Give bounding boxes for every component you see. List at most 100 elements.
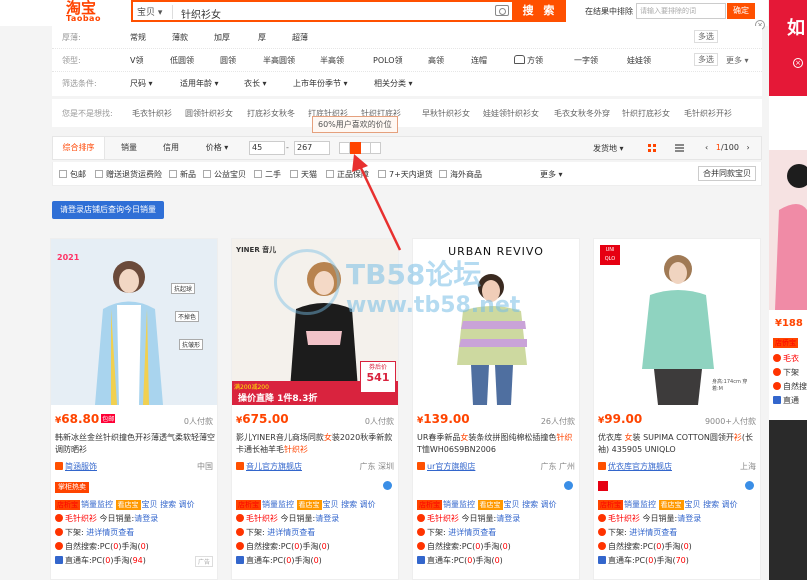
wangwang-icon[interactable] <box>745 481 754 490</box>
side-ad-banner[interactable]: 如 × <box>769 0 807 96</box>
paid-count: 26人付款 <box>540 417 575 426</box>
product-image[interactable]: 2021 抗起球 不掉色 抗皱形 <box>51 239 217 405</box>
checkbox-tmall[interactable]: 天猫 <box>290 169 317 180</box>
filter-option[interactable]: V领 <box>130 55 143 66</box>
suggest-item[interactable]: 毛衣女秋冬外穿 <box>554 108 610 119</box>
side-product-image[interactable] <box>769 150 807 310</box>
product-card[interactable]: 2021 抗起球 不掉色 抗皱形 ¥68.80 包邮 0人付款 韩新冰丝金丝针织撞… <box>50 238 218 580</box>
shop-link[interactable]: 优衣库官方旗舰店 <box>598 461 672 472</box>
filter-option[interactable]: 厚 <box>258 32 266 43</box>
checks-more-dropdown[interactable]: 更多 ▾ <box>540 169 563 180</box>
filter-dropdown[interactable]: 上市年份季节 ▾ <box>293 78 348 89</box>
multi-select-button[interactable]: 多选 <box>694 30 718 43</box>
grid-view-icon[interactable] <box>648 144 657 153</box>
side-product-image[interactable] <box>769 420 807 580</box>
tab-default-sort[interactable]: 综合排序 <box>53 137 105 159</box>
keyword-icon <box>236 514 244 522</box>
tab-credit[interactable]: 信用 <box>153 137 189 159</box>
product-image[interactable]: UNI QLO 身高:174cm 穿着:M <box>594 239 760 405</box>
checkbox-return-insurance[interactable]: 赠送退货运费险 <box>95 169 162 180</box>
product-title[interactable]: UR春季新品女装条纹拼图纯棉松插撞色针织T恤WH06S9BN2006 <box>417 432 577 456</box>
list-view-icon[interactable] <box>675 144 684 152</box>
checkbox-genuine[interactable]: 正品保障 <box>326 169 369 180</box>
more-button[interactable]: 更多 ▾ <box>726 55 749 66</box>
delist-icon <box>598 528 606 536</box>
shop-icon <box>598 462 606 470</box>
keyword-icon <box>417 514 425 522</box>
filter-dropdown[interactable]: 适用年龄 ▾ <box>180 78 219 89</box>
exclude-confirm-button[interactable]: 确定 <box>727 3 755 19</box>
filter-option[interactable]: 常规 <box>130 32 146 43</box>
delist-icon <box>55 528 63 536</box>
exclude-label: 在结果中排除 <box>585 7 633 16</box>
suggest-item[interactable]: 打底衫女秋冬 <box>247 108 295 119</box>
login-query-sales-button[interactable]: 请登录店铺后查询今日销量 <box>52 201 164 219</box>
product-price: ¥139.00 <box>417 412 470 426</box>
suggest-item[interactable]: 圆领针织衫女 <box>185 108 233 119</box>
product-card[interactable]: URBAN REVIVO ¥139.00 26人付款 UR春季新品女装条纹拼图纯… <box>412 238 580 580</box>
search-button[interactable]: 搜 索 <box>514 0 566 22</box>
exclude-input[interactable]: 请输入要排除的词 <box>636 3 726 19</box>
price-distribution-bar[interactable] <box>339 142 381 154</box>
suggest-item[interactable]: 针织打底衫女 <box>622 108 670 119</box>
suggest-item[interactable]: 毛针织衫开衫 <box>684 108 732 119</box>
filter-option[interactable]: 高领 <box>428 55 444 66</box>
tool-row: 店析宝 销量监控 看店宝 宝贝 搜索 调价 <box>236 500 376 510</box>
filter-option[interactable]: 一字领 <box>574 55 598 66</box>
ztc-icon <box>598 556 606 564</box>
checkbox-secondhand[interactable]: 二手 <box>254 169 281 180</box>
checkbox-7day-return[interactable]: 7+天内退货 <box>378 169 433 180</box>
prev-page-icon[interactable]: ‹ <box>705 143 708 152</box>
checkbox-charity[interactable]: 公益宝贝 <box>203 169 246 180</box>
checkbox-new[interactable]: 新品 <box>169 169 196 180</box>
price-max-input[interactable]: 267 <box>294 141 330 155</box>
tool-row: 店析宝 销量监控 看店宝 宝贝 搜索 调价 <box>598 500 738 510</box>
shop-link[interactable]: 简涵服饰 <box>55 461 97 472</box>
filter-dropdown[interactable]: 衣长 ▾ <box>244 78 267 89</box>
next-page-icon[interactable]: › <box>747 143 750 152</box>
filter-option[interactable]: 半高领 <box>320 55 344 66</box>
close-icon[interactable]: × <box>793 58 803 68</box>
shop-link[interactable]: 音儿官方旗舰店 <box>236 461 302 472</box>
filter-option[interactable]: 娃娃领 <box>627 55 651 66</box>
filter-option-square-collar[interactable]: 方领 <box>514 55 543 66</box>
ship-from-dropdown[interactable]: 发货地 ▾ <box>593 143 624 154</box>
filter-option[interactable]: 连帽 <box>471 55 487 66</box>
search-input[interactable]: 针织衫女 <box>181 6 221 21</box>
tab-sales[interactable]: 销量 <box>111 137 147 159</box>
product-title[interactable]: 影儿YINER音儿商场同款女装2020秋季新款卡通长袖羊毛针织衫 <box>236 432 396 456</box>
wangwang-icon[interactable] <box>383 481 392 490</box>
search-category-select[interactable]: 宝贝 ▾ <box>137 5 173 19</box>
sort-bar: 综合排序 销量 信用 价格 ▾ 45 - 267 发货地 ▾ ‹ 1/100 › <box>52 136 762 160</box>
product-card[interactable]: UNI QLO 身高:174cm 穿着:M ¥99.00 9000+人付款 优衣… <box>593 238 761 580</box>
shop-link[interactable]: ur官方旗舰店 <box>417 461 475 472</box>
filter-dropdown[interactable]: 尺码 ▾ <box>130 78 153 89</box>
product-image[interactable]: YINER 音儿 满200减200 操价直降 1件8.3折 券后价 541 <box>232 239 398 405</box>
taobao-logo[interactable]: 淘宝 Taobao <box>66 1 101 23</box>
price-bar-highlight[interactable] <box>350 142 361 154</box>
wangwang-icon[interactable] <box>564 481 573 490</box>
suggest-item[interactable]: 早秋针织衫女 <box>422 108 470 119</box>
filter-option[interactable]: 半高圆领 <box>263 55 295 66</box>
filter-option[interactable]: POLO领 <box>373 55 403 66</box>
filter-option[interactable]: 薄款 <box>172 32 188 43</box>
suggest-item[interactable]: 娃娃领针织衫女 <box>483 108 539 119</box>
filter-option[interactable]: 加厚 <box>214 32 230 43</box>
camera-icon[interactable] <box>495 5 509 16</box>
filter-dropdown[interactable]: 相关分类 ▾ <box>374 78 413 89</box>
suggest-item[interactable]: 毛衣针织衫 <box>132 108 172 119</box>
tab-price[interactable]: 价格 ▾ <box>197 137 237 159</box>
filter-option[interactable]: 超薄 <box>292 32 308 43</box>
product-title[interactable]: 韩新冰丝金丝针织撞色开衫薄透气柔软轻薄空调防晒衫 <box>55 432 215 456</box>
multi-select-button[interactable]: 多选 <box>694 53 718 66</box>
related-suggestions: 您是不是想找: 毛衣针织衫 圆领针织衫女 打底衫女秋冬 打底针织衫 针织打底衫 … <box>52 99 762 127</box>
filter-option[interactable]: 圆领 <box>220 55 236 66</box>
product-image[interactable]: URBAN REVIVO <box>413 239 579 405</box>
filter-option[interactable]: 低圆领 <box>170 55 194 66</box>
checkbox-free-shipping[interactable]: 包邮 <box>59 169 86 180</box>
merge-same-button[interactable]: 合并同款宝贝 <box>698 166 756 181</box>
product-title[interactable]: 优衣库 女装 SUPIMA COTTON圆领开衫(长袖) 435905 UNIQ… <box>598 432 758 456</box>
product-card[interactable]: YINER 音儿 满200减200 操价直降 1件8.3折 券后价 541 ¥6… <box>231 238 399 580</box>
checkbox-overseas[interactable]: 海外商品 <box>439 169 482 180</box>
price-min-input[interactable]: 45 <box>249 141 285 155</box>
